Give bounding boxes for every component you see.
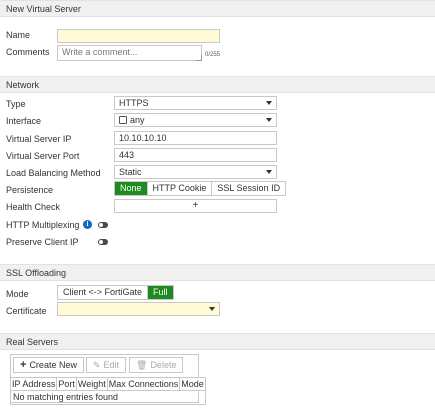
info-icon[interactable]: i [83,220,92,229]
interface-label: Interface [6,116,42,126]
certificate-label: Certificate [6,306,47,316]
plus-icon: + [20,359,27,371]
chevron-down-icon [209,307,215,311]
column-header-ip-address[interactable]: IP Address [9,377,58,391]
ssl-mode-client-fortigate[interactable]: Client <-> FortiGate [58,286,149,299]
empty-table-message: No matching entries found [10,390,206,405]
name-input[interactable] [57,29,220,43]
certificate-select[interactable] [57,302,220,316]
persistence-option-none[interactable]: None [115,182,148,195]
ssl-mode-full[interactable]: Full [148,286,173,299]
section-header-real-servers: Real Servers [0,333,435,350]
name-label: Name [6,30,31,40]
chevron-down-icon [266,101,272,105]
interface-select[interactable]: any [114,113,277,127]
table-header-row: IP Address Port Weight Max Connections M… [9,377,206,391]
delete-label: Delete [150,360,177,370]
http-multiplexing-toggle[interactable] [98,222,108,228]
vip-input[interactable]: 10.10.10.10 [114,131,277,145]
lb-method-value: Static [119,167,142,177]
persistence-label: Persistence [6,185,54,195]
create-new-label: Create New [29,360,77,370]
persistence-segmented-control: None HTTP Cookie SSL Session ID [114,181,287,196]
chevron-down-icon [266,118,272,122]
type-label: Type [6,99,26,109]
lb-method-label: Load Balancing Method [6,168,101,178]
comments-counter: 0/255 [205,52,221,58]
comments-textarea[interactable]: Write a comment... [57,45,202,61]
interface-value: any [130,115,145,125]
real-servers-table: IP Address Port Weight Max Connections M… [9,377,206,405]
section-header-network: Network [0,76,435,93]
interface-icon [119,116,127,124]
port-input[interactable]: 443 [114,148,277,162]
column-header-weight[interactable]: Weight [75,377,108,391]
delete-button[interactable]: 🗑 Delete [129,357,184,373]
type-value: HTTPS [119,98,149,108]
section-header-ssl-offloading: SSL Offloading [0,264,435,281]
persistence-option-ssl-session-id[interactable]: SSL Session ID [212,182,286,195]
table-row: No matching entries found [10,390,206,405]
trash-icon: 🗑 [136,360,148,370]
column-header-max-connections[interactable]: Max Connections [106,377,181,391]
preserve-client-ip-toggle[interactable] [98,239,108,245]
resize-handle-icon[interactable] [196,55,202,61]
preserve-client-ip-label: Preserve Client IP [6,237,79,247]
edit-button[interactable]: ✎ Edit [86,357,127,373]
health-check-label: Health Check [6,202,61,212]
ssl-mode-segmented-control: Client <-> FortiGate Full [57,285,174,300]
section-header-new-virtual-server: New Virtual Server [0,0,435,17]
pencil-icon: ✎ [93,360,101,370]
persistence-option-http-cookie[interactable]: HTTP Cookie [147,182,213,195]
chevron-down-icon [266,170,272,174]
column-header-port[interactable]: Port [56,377,77,391]
port-label: Virtual Server Port [6,151,80,161]
health-check-add[interactable]: + [114,199,277,213]
comments-label: Comments [6,47,50,57]
edit-label: Edit [103,360,120,370]
type-select[interactable]: HTTPS [114,96,277,110]
lb-method-select[interactable]: Static [114,165,277,179]
http-multiplexing-label: HTTP Multiplexing [6,220,80,230]
column-header-mode[interactable]: Mode [179,377,206,391]
vip-label: Virtual Server IP [6,134,72,144]
mode-label: Mode [6,289,29,299]
create-new-button[interactable]: + Create New [13,357,84,373]
